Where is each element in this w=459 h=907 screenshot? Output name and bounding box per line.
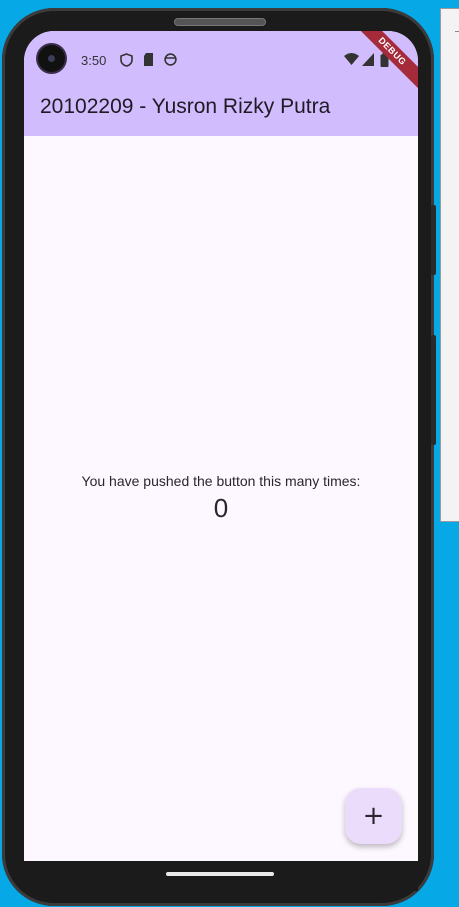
face-icon <box>163 53 177 67</box>
home-handle[interactable] <box>166 872 274 876</box>
shield-icon <box>119 53 133 67</box>
volume-button <box>431 205 436 275</box>
wifi-icon <box>344 53 359 67</box>
phone-screen: 3:50 20102209 - Yusron Rizky Putra DEBUG… <box>24 31 418 861</box>
power-button <box>431 335 436 445</box>
speaker-grille <box>174 18 266 26</box>
counter-message: You have pushed the button this many tim… <box>81 473 361 489</box>
increment-button[interactable]: + <box>345 788 402 844</box>
sd-card-icon <box>141 53 155 67</box>
add-icon: + <box>362 801 385 831</box>
app-bar-title: 20102209 - Yusron Rizky Putra <box>40 95 331 118</box>
camera-icon <box>38 45 65 72</box>
counter-value: 0 <box>213 493 229 523</box>
main-content: You have pushed the button this many tim… <box>24 136 418 861</box>
gesture-nav-bar <box>24 861 418 891</box>
signal-icon <box>361 53 375 67</box>
background-window <box>440 8 459 522</box>
background-window-dash <box>455 31 459 32</box>
status-time: 3:50 <box>81 53 107 68</box>
app-bar: 3:50 20102209 - Yusron Rizky Putra DEBUG <box>24 31 418 136</box>
